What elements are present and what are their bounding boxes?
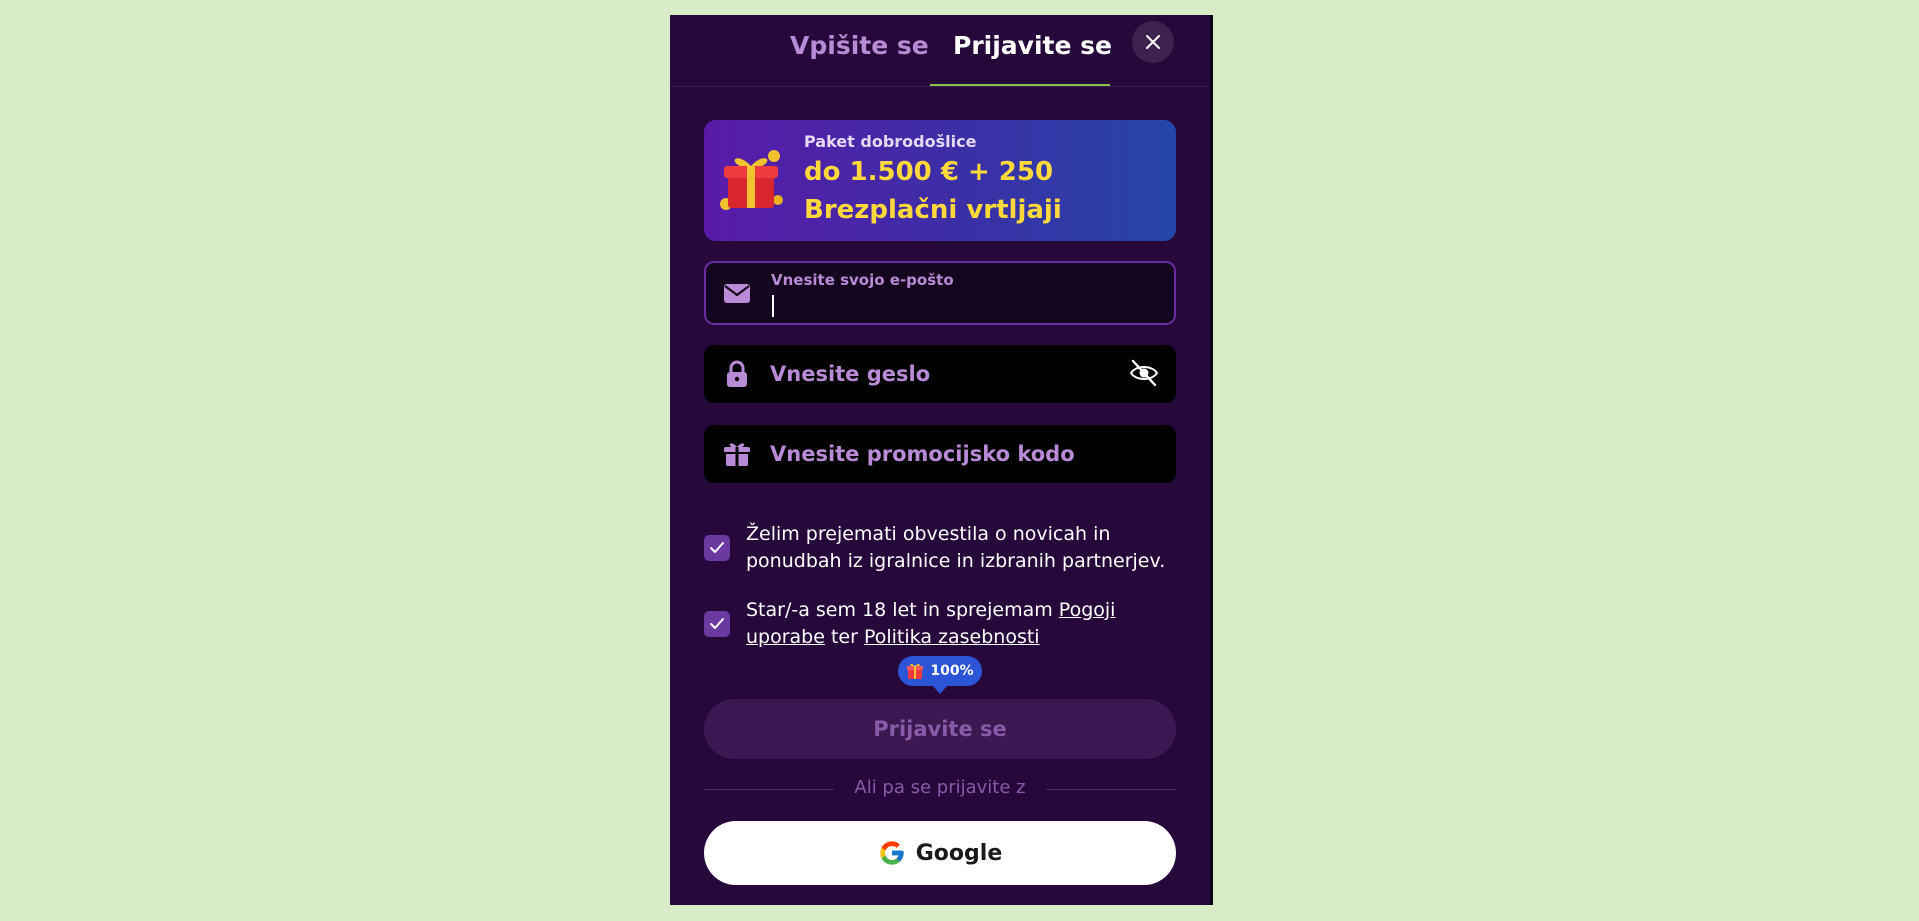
lock-icon: [727, 360, 747, 387]
welcome-bonus-banner: Paket dobrodošlice do 1.500 € + 250 Brez…: [704, 120, 1176, 241]
newsletter-text: Želim prejemati obvestila o novicah in p…: [746, 523, 1166, 572]
gift-icon: [724, 443, 750, 466]
terms-text-middle: ter: [824, 626, 864, 648]
privacy-policy-link[interactable]: Politika zasebnosti: [864, 626, 1040, 648]
banner-amount: do 1.500 € + 250: [804, 157, 1054, 187]
google-login-button[interactable]: Google: [704, 821, 1176, 885]
bonus-badge: 100%: [898, 656, 982, 694]
checkmark-icon: [710, 542, 724, 553]
google-icon: [880, 841, 904, 865]
password-field[interactable]: [704, 345, 1176, 403]
bonus-badge-text: 100%: [930, 663, 974, 679]
terms-checkbox[interactable]: [704, 611, 730, 637]
tab-login[interactable]: Prijavite se: [953, 33, 1112, 58]
divider-right: [1046, 789, 1176, 790]
login-submit-button[interactable]: Prijavite se: [704, 699, 1176, 759]
close-button[interactable]: [1132, 21, 1174, 63]
terms-text: Star/-a sem 18 let in sprejemam Pogoji u…: [746, 597, 1178, 651]
envelope-icon: [724, 284, 750, 303]
promo-code-input[interactable]: [770, 439, 1116, 469]
eye-off-icon[interactable]: [1128, 357, 1160, 389]
text-caret: [772, 295, 774, 317]
banner-label: Paket dobrodošlice: [804, 132, 977, 151]
active-tab-indicator: [930, 84, 1110, 86]
password-input[interactable]: [770, 359, 1116, 389]
banner-spins: Brezplačni vrtljaji: [804, 195, 1062, 225]
close-icon: [1146, 35, 1160, 49]
google-label: Google: [915, 840, 1003, 866]
checkmark-icon: [710, 618, 724, 629]
auth-tabs: Vpišite se Prijavite se: [670, 15, 1210, 87]
login-modal: Vpišite se Prijavite se Paket dobrodošli…: [670, 15, 1213, 905]
email-input[interactable]: [772, 291, 1154, 321]
terms-text-before: Star/-a sem 18 let in sprejemam: [746, 599, 1059, 621]
newsletter-checkbox[interactable]: [704, 535, 730, 561]
email-field[interactable]: Vnesite svojo e-pošto: [704, 261, 1176, 325]
divider-text: Ali pa se prijavite z: [854, 777, 1026, 798]
tab-signup[interactable]: Vpišite se: [790, 33, 929, 58]
email-label: Vnesite svojo e-pošto: [771, 271, 954, 289]
gift-icon: [907, 663, 924, 679]
promo-code-field[interactable]: [704, 425, 1176, 483]
gift-icon: [720, 150, 783, 210]
